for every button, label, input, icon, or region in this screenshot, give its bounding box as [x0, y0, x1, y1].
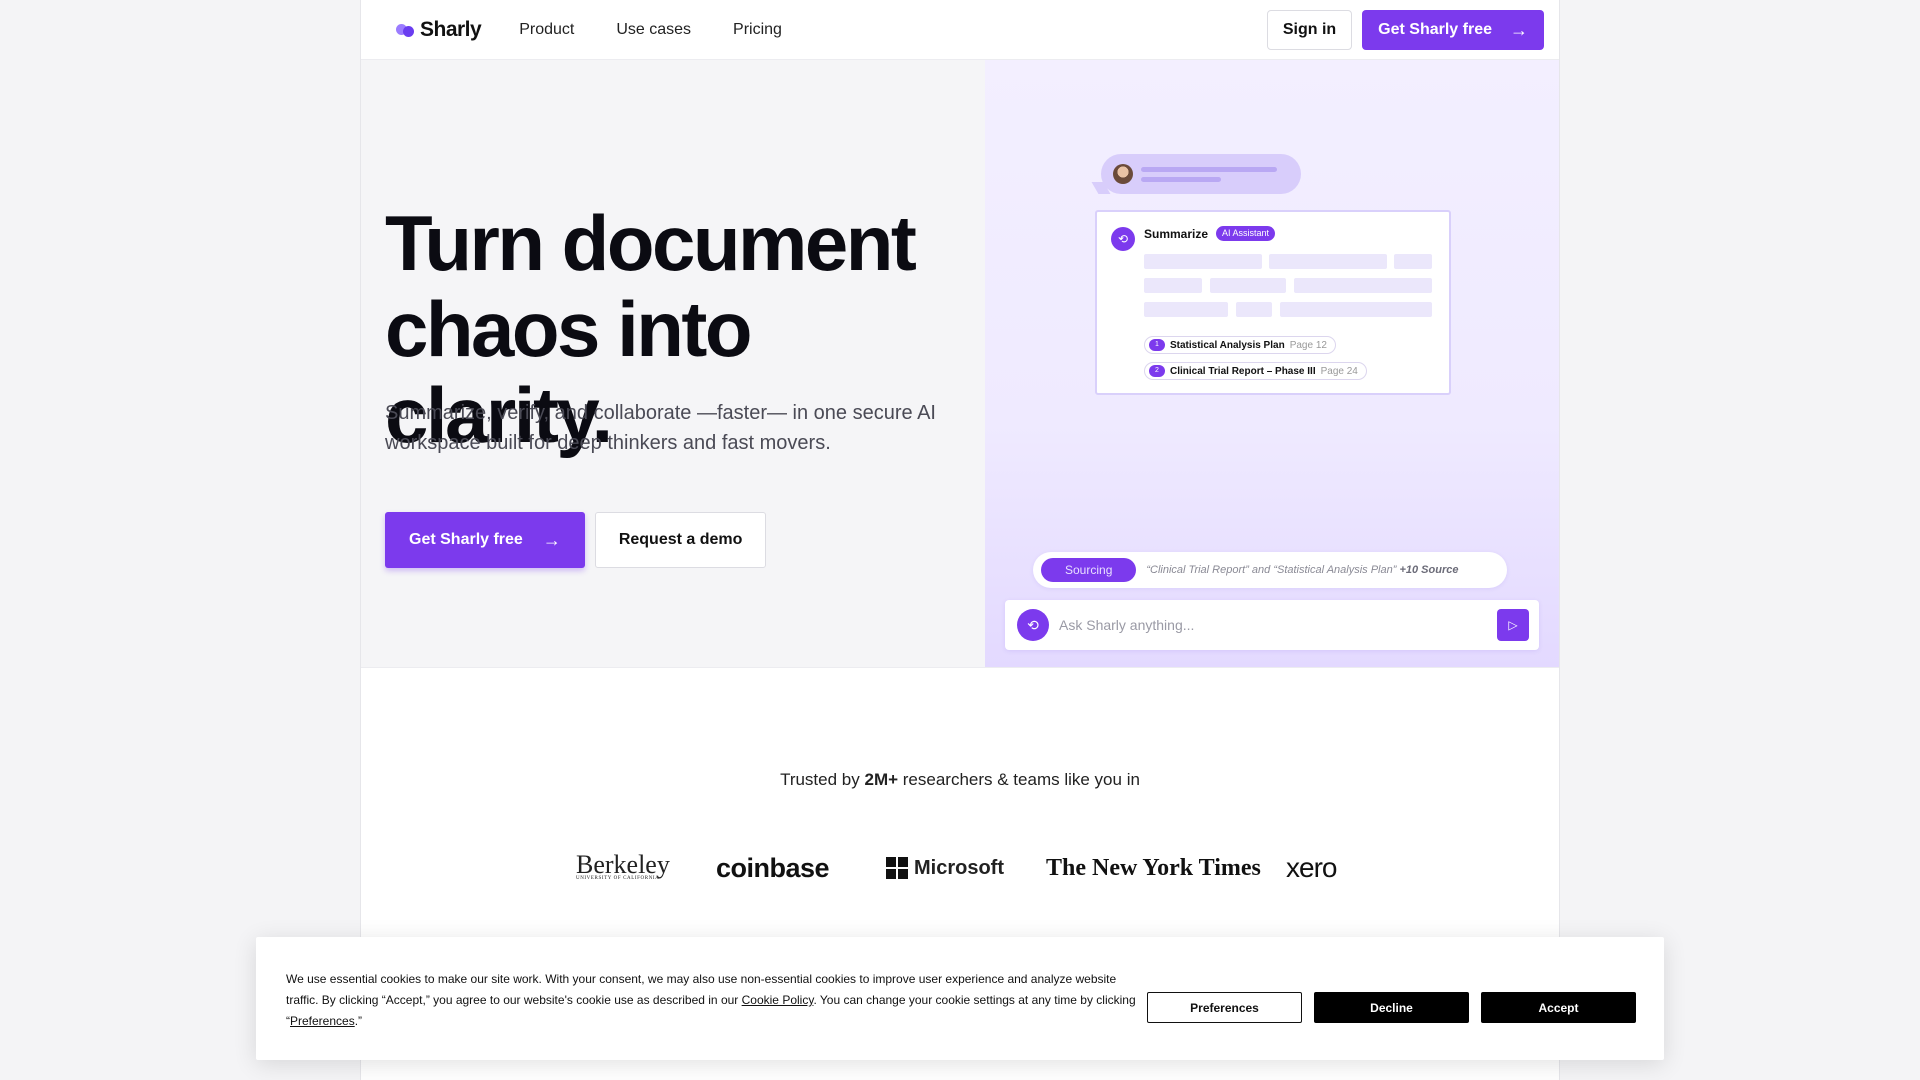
berkeley-logo-text: Berkeley [576, 850, 670, 879]
skeleton-line [1394, 254, 1432, 269]
request-demo-button[interactable]: Request a demo [594, 512, 767, 568]
citation-chip[interactable]: 1 Statistical Analysis Plan Page 12 [1144, 336, 1336, 354]
hero-get-sharly-label: Get Sharly free [409, 531, 523, 548]
skeleton-line [1144, 278, 1202, 293]
skeleton-line [1280, 302, 1432, 317]
hero-ctas: Get Sharly free → Request a demo [385, 512, 767, 568]
arrow-right-icon: → [1510, 19, 1528, 40]
sharly-icon: ⟲ [1111, 227, 1135, 251]
cookie-accept-button[interactable]: Accept [1481, 992, 1636, 1023]
nav-links: Product Use cases Pricing [519, 21, 782, 39]
sign-in-button[interactable]: Sign in [1266, 9, 1353, 50]
ai-assistant-badge: AI Assistant [1216, 226, 1276, 241]
nav-link-product[interactable]: Product [519, 21, 574, 39]
send-icon[interactable]: ▷ [1497, 609, 1529, 641]
sourcing-more: +10 Source [1399, 564, 1459, 576]
hero-get-sharly-button[interactable]: Get Sharly free → [385, 512, 585, 568]
cookie-policy-link[interactable]: Cookie Policy [742, 993, 814, 1007]
skeleton-line [1294, 278, 1432, 293]
placeholder-line [1141, 177, 1221, 182]
berkeley-logo-subtext: UNIVERSITY OF CALIFORNIA [576, 876, 660, 881]
sourcing-docs: “Clinical Trial Report” and “Statistical… [1146, 564, 1397, 576]
arrow-right-icon: → [542, 530, 561, 550]
berkeley-logo: Berkeley UNIVERSITY OF CALIFORNIA [576, 850, 716, 882]
top-nav: Sharly Product Use cases Pricing Sign in… [361, 0, 1559, 60]
placeholder-line [1141, 167, 1277, 172]
skeleton-line [1144, 302, 1228, 317]
hero-title-line-1: Turn document [385, 199, 917, 287]
trusted-prefix: Trusted by [780, 770, 860, 789]
nav-actions: Sign in Get Sharly free → [1266, 9, 1544, 50]
xero-logo: xero [1286, 852, 1337, 883]
cookie-decline-button[interactable]: Decline [1314, 992, 1469, 1023]
summary-card: ⟲ Summarize AI Assistant 1 Statistical A… [1095, 210, 1451, 395]
hero-subtitle: Summarize, verify, and collaborate —fast… [385, 402, 936, 454]
microsoft-logo: Microsoft [886, 857, 1046, 880]
coinbase-logo: coinbase [716, 852, 830, 883]
user-avatar [1113, 164, 1133, 184]
trusted-suffix: researchers & teams like you in [902, 770, 1140, 789]
brand-logo[interactable]: Sharly [396, 17, 482, 42]
page: Sharly Product Use cases Pricing Sign in… [360, 0, 1560, 1080]
hero-section: Turn document chaos into clarity. Summar… [361, 60, 985, 668]
product-preview: ⟲ Summarize AI Assistant 1 Statistical A… [985, 60, 1559, 668]
skeleton-line [1144, 254, 1262, 269]
cookie-banner: We use essential cookies to make our sit… [256, 937, 1664, 1060]
citation-title: Statistical Analysis Plan [1170, 339, 1285, 351]
ask-input[interactable] [1059, 617, 1497, 633]
ask-bar: ⟲ ▷ [1005, 600, 1539, 650]
citation-title: Clinical Trial Report – Phase III [1170, 365, 1316, 377]
cookie-text-part-3: .” [354, 1014, 363, 1028]
cookie-text: We use essential cookies to make our sit… [286, 969, 1146, 1032]
nyt-logo: The New York Times [1046, 854, 1261, 881]
citation-page: Page 24 [1320, 365, 1358, 377]
nav-link-use-cases[interactable]: Use cases [616, 21, 691, 39]
microsoft-logo-text: Microsoft [914, 856, 1004, 879]
nav-link-pricing[interactable]: Pricing [733, 21, 782, 39]
trusted-by-text: Trusted by 2M+ researchers & teams like … [361, 770, 1559, 790]
trusted-count: 2M+ [864, 770, 899, 789]
sourcing-text: “Clinical Trial Report” and “Statistical… [1146, 564, 1458, 576]
skeleton-line [1236, 302, 1272, 317]
customer-logos: Berkeley UNIVERSITY OF CALIFORNIA coinba… [576, 850, 1337, 884]
cookie-actions: Preferences Decline Accept [1147, 992, 1636, 1023]
sharly-logo-icon [396, 22, 416, 38]
citation-page: Page 12 [1289, 339, 1327, 351]
nav-get-sharly-label: Get Sharly free [1378, 20, 1492, 38]
card-title: Summarize [1144, 227, 1209, 241]
cookie-preferences-button[interactable]: Preferences [1147, 992, 1302, 1023]
skeleton-line [1269, 254, 1387, 269]
brand-name: Sharly [420, 17, 482, 41]
sourcing-pill: Sourcing [1041, 558, 1137, 582]
bubble-tail [1091, 182, 1111, 194]
citation-chip[interactable]: 2 Clinical Trial Report – Phase III Page… [1144, 362, 1367, 380]
citation-number: 1 [1149, 339, 1165, 351]
citation-number: 2 [1149, 365, 1165, 377]
user-message-bubble [1091, 154, 1301, 194]
sourcing-bar: Sourcing “Clinical Trial Report” and “St… [1033, 552, 1507, 588]
nav-get-sharly-button[interactable]: Get Sharly free → [1362, 9, 1544, 50]
skeleton-line [1210, 278, 1286, 293]
cookie-preferences-link[interactable]: Preferences [290, 1014, 355, 1028]
sharly-icon: ⟲ [1017, 609, 1049, 641]
microsoft-logo-icon [886, 857, 908, 879]
